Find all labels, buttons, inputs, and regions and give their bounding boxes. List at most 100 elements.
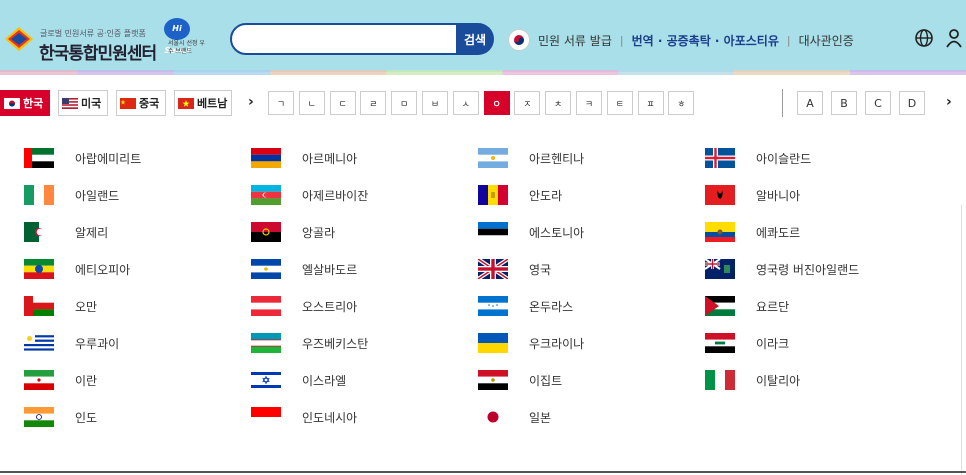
country-item-azerbaijan[interactable]: 아제르바이잔: [251, 185, 368, 205]
index-key[interactable]: ㄴ: [298, 91, 325, 115]
country-name: 알바니아: [756, 188, 801, 203]
bottom-divider: [0, 471, 966, 473]
country-item-uzbekistan[interactable]: 우즈베키스탄: [251, 333, 368, 353]
country-item-india[interactable]: 인도: [24, 407, 97, 427]
country-name: 알제리: [75, 225, 109, 240]
country-item-ethiopia[interactable]: 에티오피아: [24, 259, 130, 279]
index-key[interactable]: ㅅ: [452, 91, 479, 115]
country-name: 이집트: [529, 373, 563, 388]
country-item-algeria[interactable]: 알제리: [24, 222, 108, 242]
country-item-argentina[interactable]: 아르헨티나: [478, 148, 584, 168]
site-logo[interactable]: 글로벌 민원서류 공·인증 플랫폼 한국통합민원센터 Hi Seoul 서울시 …: [4, 14, 205, 64]
country-item-armenia[interactable]: 아르메니아: [251, 148, 357, 168]
nav-translate-link[interactable]: 번역 · 공증촉탁 · 아포스티유: [632, 32, 779, 49]
hi-seoul-text: 서울시 선정 우수 브랜드: [168, 40, 205, 55]
country-name: 오스트리아: [302, 299, 358, 314]
country-item-el-salvador[interactable]: 엘살바도르: [251, 259, 357, 279]
country-name: 영국령 버진아일랜드: [756, 262, 860, 277]
country-name: 온두라스: [529, 299, 574, 314]
country-item-italy[interactable]: 이탈리아: [705, 370, 800, 390]
india-flag-icon: [24, 407, 54, 427]
nav-issue-link[interactable]: 민원 서류 발급: [538, 32, 612, 49]
index-key-active[interactable]: ㅇ: [483, 91, 510, 115]
china-flag-icon: [120, 97, 136, 109]
country-item-japan[interactable]: 일본: [478, 407, 551, 427]
index-key[interactable]: A: [797, 91, 823, 115]
tab-language-korean[interactable]: 한국: [0, 90, 50, 116]
bvi-flag-icon: [705, 259, 735, 279]
country-name: 안도라: [529, 188, 563, 203]
argentina-flag-icon: [478, 148, 508, 168]
country-item-estonia[interactable]: 에스토니아: [478, 222, 584, 242]
ukraine-flag-icon: [478, 333, 508, 353]
search-button[interactable]: 검색: [456, 23, 494, 55]
index-key[interactable]: ㅁ: [391, 91, 418, 115]
index-key[interactable]: ㅂ: [421, 91, 448, 115]
index-key[interactable]: ㄷ: [329, 91, 356, 115]
country-item-iraq[interactable]: 이라크: [705, 333, 789, 353]
uruguay-flag-icon: [24, 333, 54, 353]
country-item-ecuador[interactable]: 에콰도르: [705, 222, 800, 242]
country-item-egypt[interactable]: 이집트: [478, 370, 562, 390]
usa-flag-icon: [62, 97, 78, 109]
chevron-right-icon[interactable]: ›: [248, 94, 254, 110]
chevron-right-icon[interactable]: ›: [946, 94, 952, 110]
iran-flag-icon: [24, 370, 54, 390]
index-key[interactable]: ㅊ: [545, 91, 572, 115]
country-item-israel[interactable]: 이스라엘: [251, 370, 346, 390]
search-bar: 검색: [230, 23, 494, 55]
country-name: 에스토니아: [529, 225, 585, 240]
country-item-iran[interactable]: 이란: [24, 370, 97, 390]
index-key[interactable]: ㅍ: [637, 91, 664, 115]
country-item-jordan[interactable]: 요르단: [705, 296, 789, 316]
country-item-indonesia[interactable]: 인도네시아: [251, 407, 357, 427]
country-item-honduras[interactable]: 온두라스: [478, 296, 573, 316]
index-key[interactable]: ㄱ: [268, 91, 294, 115]
index-key[interactable]: ㅈ: [514, 91, 541, 115]
azerbaijan-flag-icon: [251, 185, 281, 205]
country-item-andorra[interactable]: 안도라: [478, 185, 562, 205]
index-key[interactable]: C: [865, 91, 891, 115]
search-input[interactable]: [230, 23, 462, 55]
ethiopia-flag-icon: [24, 259, 54, 279]
index-key[interactable]: B: [831, 91, 857, 115]
index-divider: [782, 89, 783, 117]
logo-title: 한국통합민원센터: [39, 44, 157, 64]
country-item-ireland[interactable]: 아일랜드: [24, 185, 119, 205]
country-item-oman[interactable]: 오만: [24, 296, 97, 316]
index-key[interactable]: ㅎ: [668, 91, 695, 115]
user-icon[interactable]: [944, 28, 964, 48]
israel-flag-icon: [251, 370, 281, 390]
country-name: 아랍에미리트: [75, 151, 142, 166]
country-name: 요르단: [756, 299, 790, 314]
oman-flag-icon: [24, 296, 54, 316]
indonesia-flag-icon: [251, 407, 281, 427]
country-item-iceland[interactable]: 아이슬란드: [705, 148, 811, 168]
country-name: 인도네시아: [302, 410, 358, 425]
index-key[interactable]: D: [899, 91, 925, 115]
tab-language-english[interactable]: 미국: [58, 90, 108, 116]
index-key[interactable]: ㄹ: [360, 91, 387, 115]
index-key[interactable]: ㅌ: [606, 91, 633, 115]
hi-seoul-brand: Hi Seoul 서울시 선정 우수 브랜드: [164, 18, 205, 58]
country-name: 엘살바도르: [302, 262, 358, 277]
nav-embassy-link[interactable]: 대사관인증: [799, 32, 854, 49]
japan-flag-icon: [478, 407, 508, 427]
korea-flag-icon: [4, 97, 20, 109]
country-item-albania[interactable]: 알바니아: [705, 185, 800, 205]
tab-language-chinese[interactable]: 중국: [116, 90, 166, 116]
armenia-flag-icon: [251, 148, 281, 168]
country-item-uk[interactable]: 영국: [478, 259, 551, 279]
tab-language-vietnamese[interactable]: 베트남: [174, 90, 232, 116]
country-item-austria[interactable]: 오스트리아: [251, 296, 357, 316]
country-name: 우루과이: [75, 336, 120, 351]
index-key[interactable]: ㅋ: [575, 91, 602, 115]
country-item-angola[interactable]: 앙골라: [251, 222, 335, 242]
country-item-uae[interactable]: 아랍에미리트: [24, 148, 141, 168]
country-item-uruguay[interactable]: 우루과이: [24, 333, 119, 353]
country-name: 이스라엘: [302, 373, 347, 388]
ireland-flag-icon: [24, 185, 54, 205]
country-item-ukraine[interactable]: 우크라이나: [478, 333, 584, 353]
globe-icon[interactable]: [914, 28, 934, 48]
country-item-bvi[interactable]: 영국령 버진아일랜드: [705, 259, 859, 279]
